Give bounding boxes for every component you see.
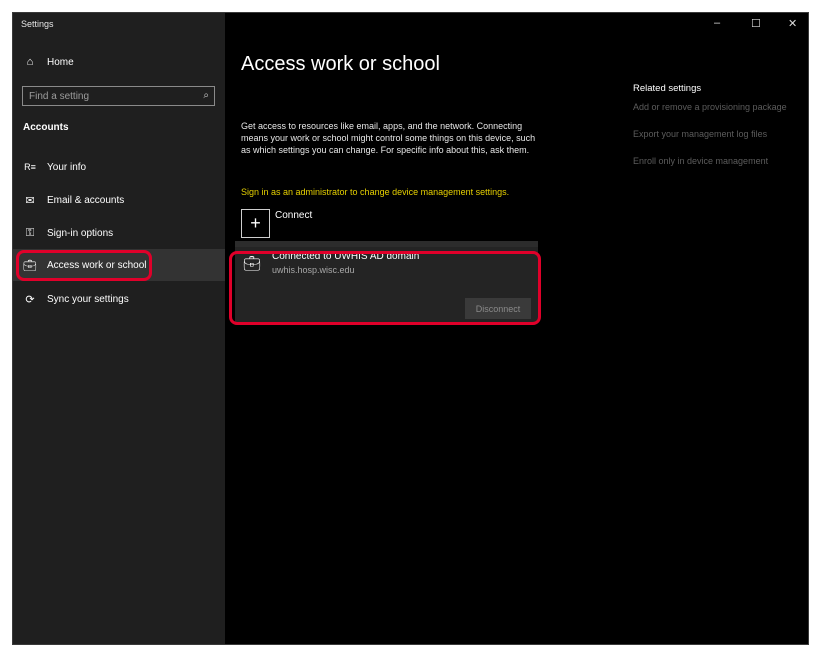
person-list-icon: R≡ — [24, 162, 36, 172]
page-description: Get access to resources like email, apps… — [241, 121, 536, 155]
mail-icon: ✉ — [25, 194, 35, 207]
search-icon[interactable]: ⌕ — [203, 90, 209, 101]
highlight-annotation-connection — [229, 251, 541, 325]
connect-button[interactable]: + — [241, 209, 270, 238]
section-title: Accounts — [23, 122, 69, 133]
minimize-button[interactable]: – — [714, 17, 720, 29]
page-title: Access work or school — [241, 53, 440, 75]
sidebar-item-sign-in-options[interactable]: ⚿ Sign-in options — [13, 217, 225, 249]
sidebar: Settings ⌂ Home Find a setting ⌕ Account… — [13, 13, 225, 644]
sidebar-item-home[interactable]: ⌂ Home — [13, 46, 225, 78]
maximize-button[interactable]: ☐ — [751, 17, 761, 30]
sync-icon: ⟳ — [25, 293, 35, 306]
related-link-export-logs[interactable]: Export your management log files — [633, 129, 767, 139]
search-input[interactable]: Find a setting ⌕ — [22, 86, 215, 106]
sidebar-item-label: Home — [47, 56, 74, 68]
plus-icon: + — [250, 213, 261, 233]
connect-label[interactable]: Connect — [275, 210, 312, 221]
key-icon: ⚿ — [25, 226, 35, 239]
sidebar-item-sync-settings[interactable]: ⟳ Sync your settings — [13, 283, 225, 315]
related-settings-heading: Related settings — [633, 83, 702, 94]
highlight-annotation-sidebar — [16, 250, 152, 281]
close-button[interactable]: ✕ — [788, 17, 797, 30]
admin-link[interactable]: Sign in as an administrator to change de… — [241, 187, 509, 197]
settings-window: Settings ⌂ Home Find a setting ⌕ Account… — [12, 12, 809, 645]
sidebar-item-your-info[interactable]: R≡ Your info — [13, 151, 225, 183]
related-link-provisioning[interactable]: Add or remove a provisioning package — [633, 102, 787, 112]
connection-card-header — [235, 241, 538, 247]
sidebar-item-label: Email & accounts — [47, 194, 125, 206]
related-link-enroll-device[interactable]: Enroll only in device management — [633, 156, 768, 166]
sidebar-item-label: Your info — [47, 161, 87, 173]
sidebar-item-label: Sync your settings — [47, 293, 129, 305]
home-icon: ⌂ — [26, 56, 34, 68]
window-title: Settings — [21, 19, 54, 29]
sidebar-item-label: Sign-in options — [47, 227, 114, 239]
search-placeholder: Find a setting — [29, 90, 90, 102]
sidebar-item-email-accounts[interactable]: ✉ Email & accounts — [13, 184, 225, 216]
